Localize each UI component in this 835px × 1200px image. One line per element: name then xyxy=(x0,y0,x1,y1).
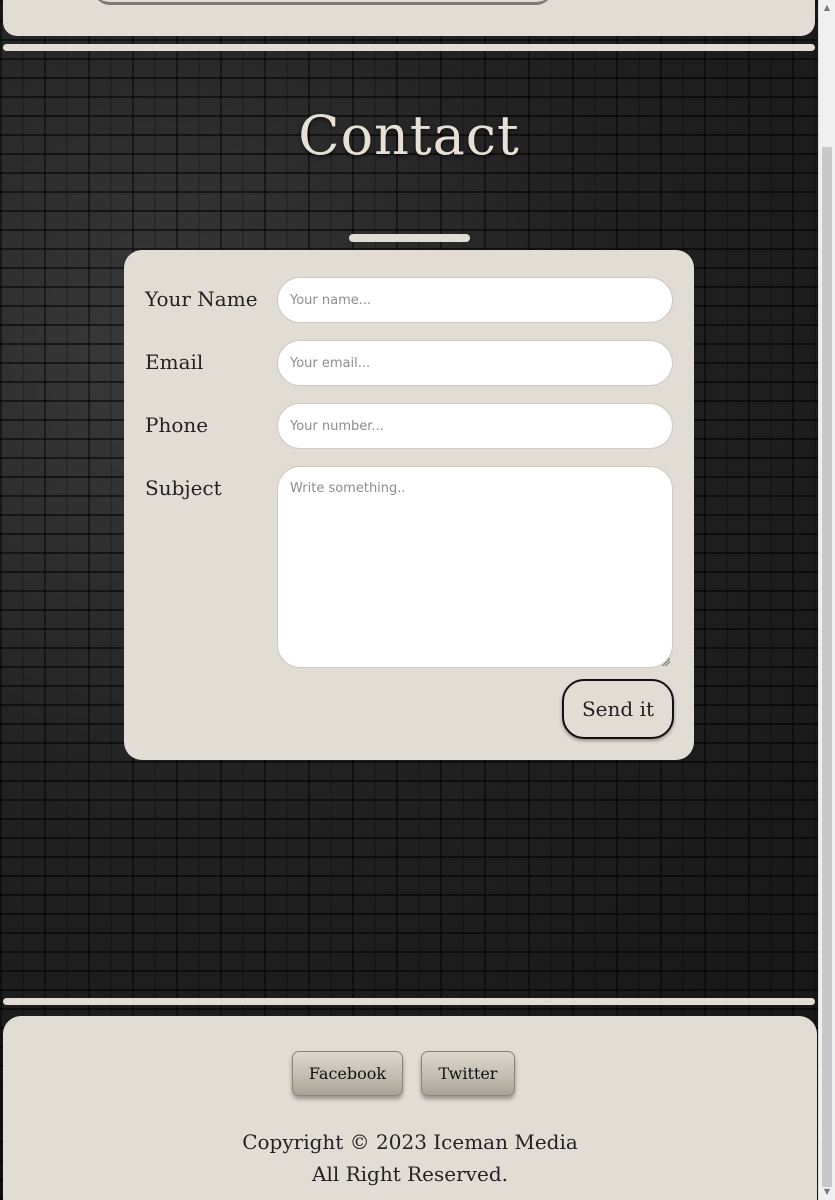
scroll-thumb[interactable] xyxy=(822,147,832,1187)
twitter-button[interactable]: Twitter xyxy=(421,1051,515,1096)
header-panel xyxy=(3,0,815,36)
header-logo-fragment xyxy=(93,0,553,5)
title-underline xyxy=(349,234,470,242)
facebook-button[interactable]: Facebook xyxy=(292,1051,403,1096)
copyright-text: Copyright © 2023 Iceman Media All Right … xyxy=(3,1126,817,1190)
vertical-scrollbar[interactable]: ▲ ▼ xyxy=(818,0,835,1200)
email-input[interactable] xyxy=(277,340,673,386)
subject-label: Subject xyxy=(145,476,222,500)
copyright-line: Copyright © 2023 Iceman Media xyxy=(242,1130,578,1154)
page-viewport: Contact Your Name Email Phone Subject Se… xyxy=(0,0,818,1200)
phone-input[interactable] xyxy=(277,403,673,449)
resize-grip-icon[interactable] xyxy=(661,657,670,666)
rights-line: All Right Reserved. xyxy=(312,1162,508,1186)
email-label: Email xyxy=(145,350,204,374)
subject-textarea[interactable] xyxy=(277,466,673,668)
scroll-up-icon[interactable]: ▲ xyxy=(819,0,835,16)
header-divider xyxy=(3,44,815,51)
footer-divider xyxy=(3,998,815,1005)
contact-form: Your Name Email Phone Subject Send it xyxy=(124,250,694,760)
send-button[interactable]: Send it xyxy=(562,679,674,739)
page-title: Contact xyxy=(298,104,520,167)
name-label: Your Name xyxy=(145,287,258,311)
scroll-down-icon[interactable]: ▼ xyxy=(819,1184,835,1200)
phone-label: Phone xyxy=(145,413,209,437)
footer: Facebook Twitter Copyright © 2023 Iceman… xyxy=(3,1016,817,1200)
name-input[interactable] xyxy=(277,277,673,323)
